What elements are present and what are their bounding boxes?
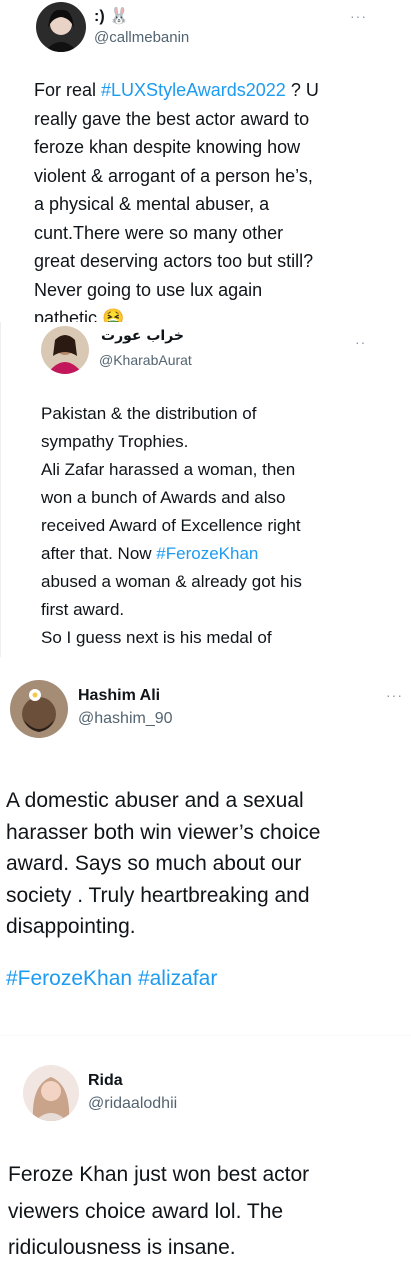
vomiting-face-emoji: 🤮 [102, 308, 125, 322]
hashtags: #FerozeKhan #alizafar [6, 963, 406, 995]
user-handle[interactable]: @hashim_90 [78, 710, 173, 728]
avatar[interactable] [41, 326, 89, 374]
more-options-icon[interactable]: ··· [386, 687, 403, 703]
hashtag-link[interactable]: #LUXStyleAwards2022 [101, 80, 286, 100]
hashtag-link[interactable]: #FerozeKhan [6, 967, 132, 990]
tweet-text: A domestic abuser and a sexual harasser … [6, 789, 321, 938]
display-name[interactable]: :) 🐰 [94, 6, 129, 26]
display-name[interactable]: Hashim Ali [78, 687, 160, 705]
tweet-text: Feroze Khan just won best actor viewers … [8, 1163, 310, 1259]
tweet-text: Pakistan & the distribution of sympathy … [41, 404, 302, 657]
tweet-kharabaurat: خراب عورت @KharabAurat ·· Pakistan & the… [0, 322, 411, 657]
avatar[interactable] [23, 1065, 79, 1121]
tweet-callmebanin: :) 🐰 @callmebanin ··· For real #LUXStyle… [0, 0, 411, 322]
user-handle[interactable]: @ridaalodhii [88, 1095, 177, 1113]
hashtag-link[interactable]: #alizafar [138, 967, 217, 990]
avatar[interactable] [36, 2, 86, 52]
tweet-rida: Rida @ridaalodhii Feroze Khan just won b… [0, 1060, 411, 1280]
avatar[interactable] [10, 680, 68, 738]
hashtag-link[interactable]: #FerozeKhan [156, 544, 258, 563]
divider [0, 1035, 411, 1036]
more-options-icon[interactable]: ··· [350, 8, 367, 24]
user-handle[interactable]: @KharabAurat [99, 352, 192, 368]
tweet-hashim-ali: Hashim Ali @hashim_90 ··· A domestic abu… [0, 675, 411, 1035]
display-name[interactable]: خراب عورت [101, 328, 184, 344]
tweet-text: For real #LUXStyleAwards2022 ? U really … [34, 76, 406, 322]
user-handle[interactable]: @callmebanin [94, 29, 189, 46]
display-name[interactable]: Rida [88, 1072, 123, 1090]
more-options-icon[interactable]: ·· [355, 334, 366, 350]
